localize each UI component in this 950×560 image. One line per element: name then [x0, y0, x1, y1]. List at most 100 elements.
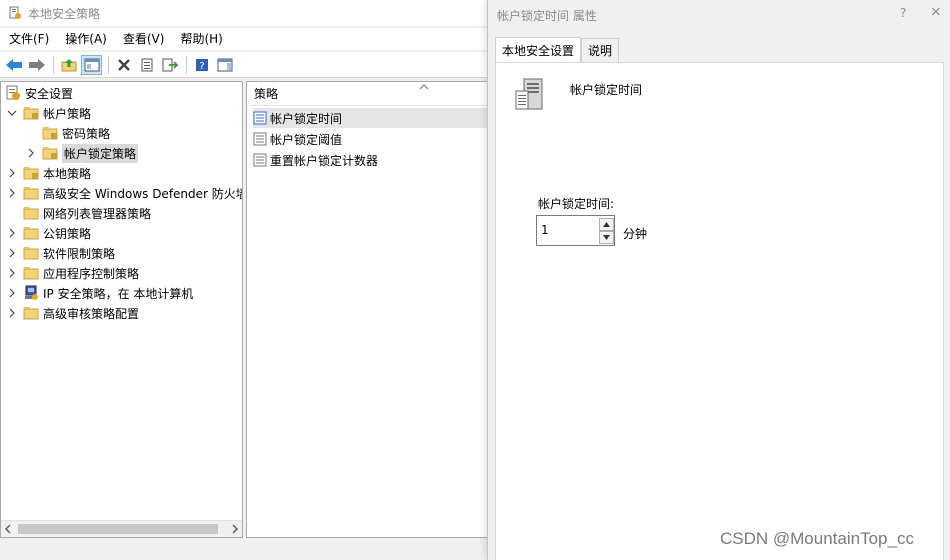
- main-window: 本地安全策略 文件(F) 操作(A) 查看(V) 帮助(H) ? 安全设置 帐户…: [0, 0, 490, 560]
- tree-item-label: 安全设置: [25, 86, 74, 101]
- action-pane-button[interactable]: [214, 55, 235, 75]
- policy-row-reset-lockout-counter[interactable]: 重置帐户锁定计数器: [253, 150, 489, 170]
- locked-folder-icon: [42, 127, 58, 140]
- export-list-icon: [162, 58, 178, 71]
- delete-button[interactable]: [113, 55, 134, 75]
- lockout-duration-input[interactable]: [539, 219, 597, 241]
- dialog-help-button[interactable]: ?: [900, 6, 906, 20]
- forward-arrow-icon: [28, 58, 45, 71]
- menu-file[interactable]: 文件(F): [0, 28, 56, 50]
- back-button[interactable]: [3, 55, 24, 75]
- policy-setting-icon: [253, 153, 267, 167]
- tree-item-ip-security[interactable]: IP 安全策略，在 本地计算机: [7, 283, 193, 303]
- menu-view[interactable]: 查看(V): [114, 28, 172, 50]
- menu-bar: 文件(F) 操作(A) 查看(V) 帮助(H): [0, 28, 490, 50]
- security-settings-icon: [6, 85, 20, 100]
- lockout-duration-stepper[interactable]: [536, 215, 615, 246]
- forward-button[interactable]: [26, 55, 47, 75]
- locked-folder-icon: [42, 147, 58, 160]
- chevron-right-icon[interactable]: [7, 248, 17, 258]
- toolbar-separator: [186, 55, 187, 74]
- tree-horizontal-scrollbar[interactable]: [1, 520, 242, 537]
- tree-item-windows-defender-firewall[interactable]: 高级安全 Windows Defender 防火墙: [7, 183, 243, 203]
- lockout-duration-label: 帐户锁定时间:: [538, 197, 615, 211]
- chevron-right-icon[interactable]: [7, 308, 17, 318]
- policy-row-label: 重置帐户锁定计数器: [270, 153, 379, 168]
- tree-item-label: 高级安全 Windows Defender 防火墙: [43, 186, 243, 201]
- scrollbar-thumb[interactable]: [18, 524, 218, 534]
- dialog-title: 帐户锁定时间 属性: [497, 9, 597, 23]
- chevron-down-icon[interactable]: [7, 108, 17, 118]
- chevron-right-icon[interactable]: [26, 148, 36, 158]
- properties-button[interactable]: [136, 55, 157, 75]
- folder-icon: [23, 307, 39, 320]
- up-one-level-button[interactable]: [58, 55, 79, 75]
- spin-up-button[interactable]: [599, 218, 614, 231]
- up-folder-icon: [61, 58, 76, 71]
- tree-item-label: IP 安全策略，在 本地计算机: [43, 286, 194, 301]
- ip-security-icon: [25, 285, 38, 300]
- tree-item-public-key-policies[interactable]: 公钥策略: [7, 223, 91, 243]
- toolbar: ?: [0, 52, 490, 78]
- toolbar-separator: [53, 55, 54, 74]
- tab-panel: 帐户锁定时间 帐户锁定时间: 分钟: [495, 62, 944, 560]
- column-header-label: 策略: [254, 87, 279, 101]
- tab-explain[interactable]: 说明: [581, 38, 620, 62]
- tree-item-account-policies[interactable]: 帐户策略: [7, 103, 91, 123]
- dialog-close-button[interactable]: ×: [930, 4, 942, 20]
- delete-icon: [117, 58, 130, 71]
- policy-row-lockout-threshold[interactable]: 帐户锁定阈值: [253, 129, 489, 149]
- tree-item-label: 网络列表管理器策略: [43, 206, 152, 221]
- show-hide-tree-button[interactable]: [81, 54, 102, 75]
- folder-icon: [23, 267, 39, 280]
- tree-item-label: 帐户锁定策略: [62, 143, 139, 163]
- chevron-up-icon: [603, 222, 610, 227]
- tree-item-label: 密码策略: [62, 126, 111, 141]
- tree-item-label: 帐户策略: [43, 106, 92, 121]
- scroll-left-icon[interactable]: [3, 524, 13, 534]
- tree-item-network-list-manager[interactable]: 网络列表管理器策略: [23, 203, 151, 223]
- column-header-policy[interactable]: 策略: [247, 82, 489, 106]
- chevron-right-icon[interactable]: [7, 288, 17, 298]
- tree-item-password-policy[interactable]: 密码策略: [42, 123, 110, 143]
- unit-label: 分钟: [623, 227, 648, 241]
- chevron-right-icon[interactable]: [7, 188, 17, 198]
- chevron-right-icon[interactable]: [7, 228, 17, 238]
- menu-action[interactable]: 操作(A): [56, 28, 114, 50]
- tree-item-account-lockout-policy[interactable]: 帐户锁定策略: [26, 143, 139, 163]
- tree-item-advanced-audit[interactable]: 高级审核策略配置: [7, 303, 139, 323]
- scroll-right-icon[interactable]: [230, 524, 240, 534]
- main-window-title: 本地安全策略: [28, 6, 101, 21]
- tree-item-software-restriction[interactable]: 软件限制策略: [7, 243, 115, 263]
- folder-icon: [23, 227, 39, 240]
- back-arrow-icon: [5, 58, 22, 71]
- properties-icon: [141, 58, 152, 71]
- tab-local-security-setting[interactable]: 本地安全设置: [495, 37, 582, 62]
- toolbar-separator: [108, 55, 109, 74]
- locked-folder-icon: [23, 107, 39, 120]
- export-list-button[interactable]: [159, 55, 180, 75]
- policy-setting-icon: [253, 132, 267, 146]
- policy-row-label: 帐户锁定时间: [270, 111, 343, 126]
- folder-icon: [23, 187, 39, 200]
- svg-text:?: ?: [199, 61, 204, 72]
- tree-item-label: 应用程序控制策略: [43, 266, 140, 281]
- tree-item-label: 本地策略: [43, 166, 92, 181]
- tree-item-label: 公钥策略: [43, 226, 92, 241]
- menu-help[interactable]: 帮助(H): [171, 28, 229, 50]
- locked-folder-icon: [23, 167, 39, 180]
- spin-down-button[interactable]: [599, 231, 614, 244]
- folder-icon: [23, 247, 39, 260]
- policy-row-lockout-duration[interactable]: 帐户锁定时间: [253, 108, 489, 128]
- tree-item-label: 软件限制策略: [43, 246, 116, 261]
- tree-item-security-settings[interactable]: 安全设置: [5, 83, 73, 103]
- chevron-right-icon[interactable]: [7, 268, 17, 278]
- chevron-right-icon[interactable]: [7, 168, 17, 178]
- tree-item-application-control[interactable]: 应用程序控制策略: [7, 263, 139, 283]
- tree-item-local-policies[interactable]: 本地策略: [7, 163, 91, 183]
- policy-row-label: 帐户锁定阈值: [270, 132, 343, 147]
- help-button[interactable]: ?: [191, 55, 212, 75]
- sort-ascending-icon: [419, 84, 429, 90]
- dialog-tabs: 本地安全设置 说明: [495, 37, 620, 62]
- console-tree: 安全设置 帐户策略 密码策略 帐户锁定策略 本地策略 高级安全 Windows …: [0, 81, 243, 538]
